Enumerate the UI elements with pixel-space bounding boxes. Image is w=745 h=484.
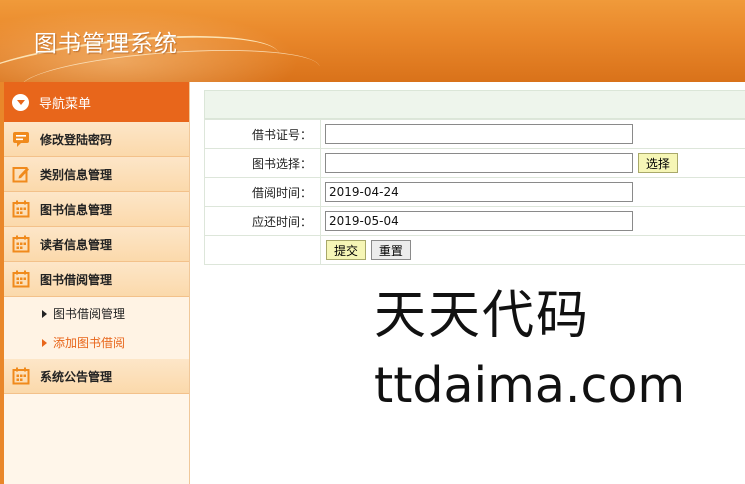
- calendar-icon: [12, 235, 30, 253]
- app-title: 图书管理系统: [34, 31, 178, 57]
- sidebar-item-borrow[interactable]: 图书借阅管理: [4, 262, 189, 297]
- calendar-icon: [12, 200, 30, 218]
- submit-button[interactable]: 提交: [326, 240, 367, 260]
- sidebar-item-book-info[interactable]: 图书信息管理: [4, 192, 189, 227]
- card-number-label: 借书证号：: [204, 119, 321, 149]
- form-row-borrow-date: 借阅时间：: [204, 177, 745, 207]
- form-row-return-date: 应还时间：: [204, 206, 745, 236]
- calendar-icon: [12, 367, 30, 385]
- sidebar-item-category[interactable]: 类别信息管理: [4, 157, 189, 192]
- sidebar-item-label: 图书借阅管理: [40, 272, 113, 287]
- sidebar-item-label: 类别信息管理: [40, 167, 113, 182]
- sidebar-item-label: 系统公告管理: [40, 369, 113, 384]
- form-row-card: 借书证号：: [204, 119, 745, 149]
- message-icon: [13, 132, 29, 147]
- chevron-down-icon: [12, 93, 29, 111]
- sidebar-item-label: 读者信息管理: [40, 237, 113, 252]
- form-row-actions: 提交 重置: [204, 235, 745, 265]
- return-date-input[interactable]: [325, 211, 633, 231]
- form-row-book: 图书选择： 选择: [204, 148, 745, 178]
- sidebar-item-reader-info[interactable]: 读者信息管理: [4, 227, 189, 262]
- edit-icon: [12, 167, 29, 183]
- borrow-form: 借书证号： 图书选择： 选择 借阅时间： 应还时间：: [204, 119, 745, 265]
- select-book-button[interactable]: 选择: [637, 153, 678, 173]
- sidebar-item-label: 修改登陆密码: [40, 132, 113, 147]
- sidebar: 导航菜单 修改登陆密码 类别信息管理 图书信息管理 读者信息管理 图书借阅管理 …: [0, 82, 190, 484]
- card-number-input[interactable]: [325, 124, 633, 144]
- sidebar-item-change-password[interactable]: 修改登陆密码: [4, 122, 189, 157]
- book-select-label: 图书选择：: [204, 148, 321, 178]
- watermark-line-2: ttdaima.com: [374, 357, 686, 414]
- nav-menu-label: 导航菜单: [39, 96, 92, 112]
- caret-right-icon: [42, 309, 47, 318]
- return-date-label: 应还时间：: [204, 206, 321, 236]
- borrow-date-input[interactable]: [325, 182, 633, 202]
- calendar-icon: [12, 270, 30, 288]
- borrow-date-label: 借阅时间：: [204, 177, 321, 207]
- watermark: 天天代码 ttdaima.com: [374, 283, 685, 415]
- submenu-item-add-borrow[interactable]: 添加图书借阅: [4, 328, 189, 357]
- nav-menu-header[interactable]: 导航菜单: [4, 82, 189, 122]
- app-header: 图书管理系统: [0, 0, 745, 82]
- caret-right-icon: [42, 338, 47, 347]
- book-select-input[interactable]: [325, 153, 633, 173]
- borrow-submenu: 图书借阅管理 添加图书借阅: [4, 297, 189, 359]
- watermark-line-1: 天天代码: [374, 286, 591, 346]
- form-topbar: [204, 90, 745, 119]
- sidebar-item-announcement[interactable]: 系统公告管理: [4, 359, 189, 394]
- submenu-item-label: 图书借阅管理: [53, 307, 126, 321]
- main-content: 借书证号： 图书选择： 选择 借阅时间： 应还时间：: [204, 90, 745, 265]
- reset-button[interactable]: 重置: [370, 240, 411, 260]
- sidebar-item-label: 图书信息管理: [40, 202, 113, 217]
- submenu-item-label: 添加图书借阅: [53, 336, 126, 350]
- submenu-item-borrow-manage[interactable]: 图书借阅管理: [4, 299, 189, 328]
